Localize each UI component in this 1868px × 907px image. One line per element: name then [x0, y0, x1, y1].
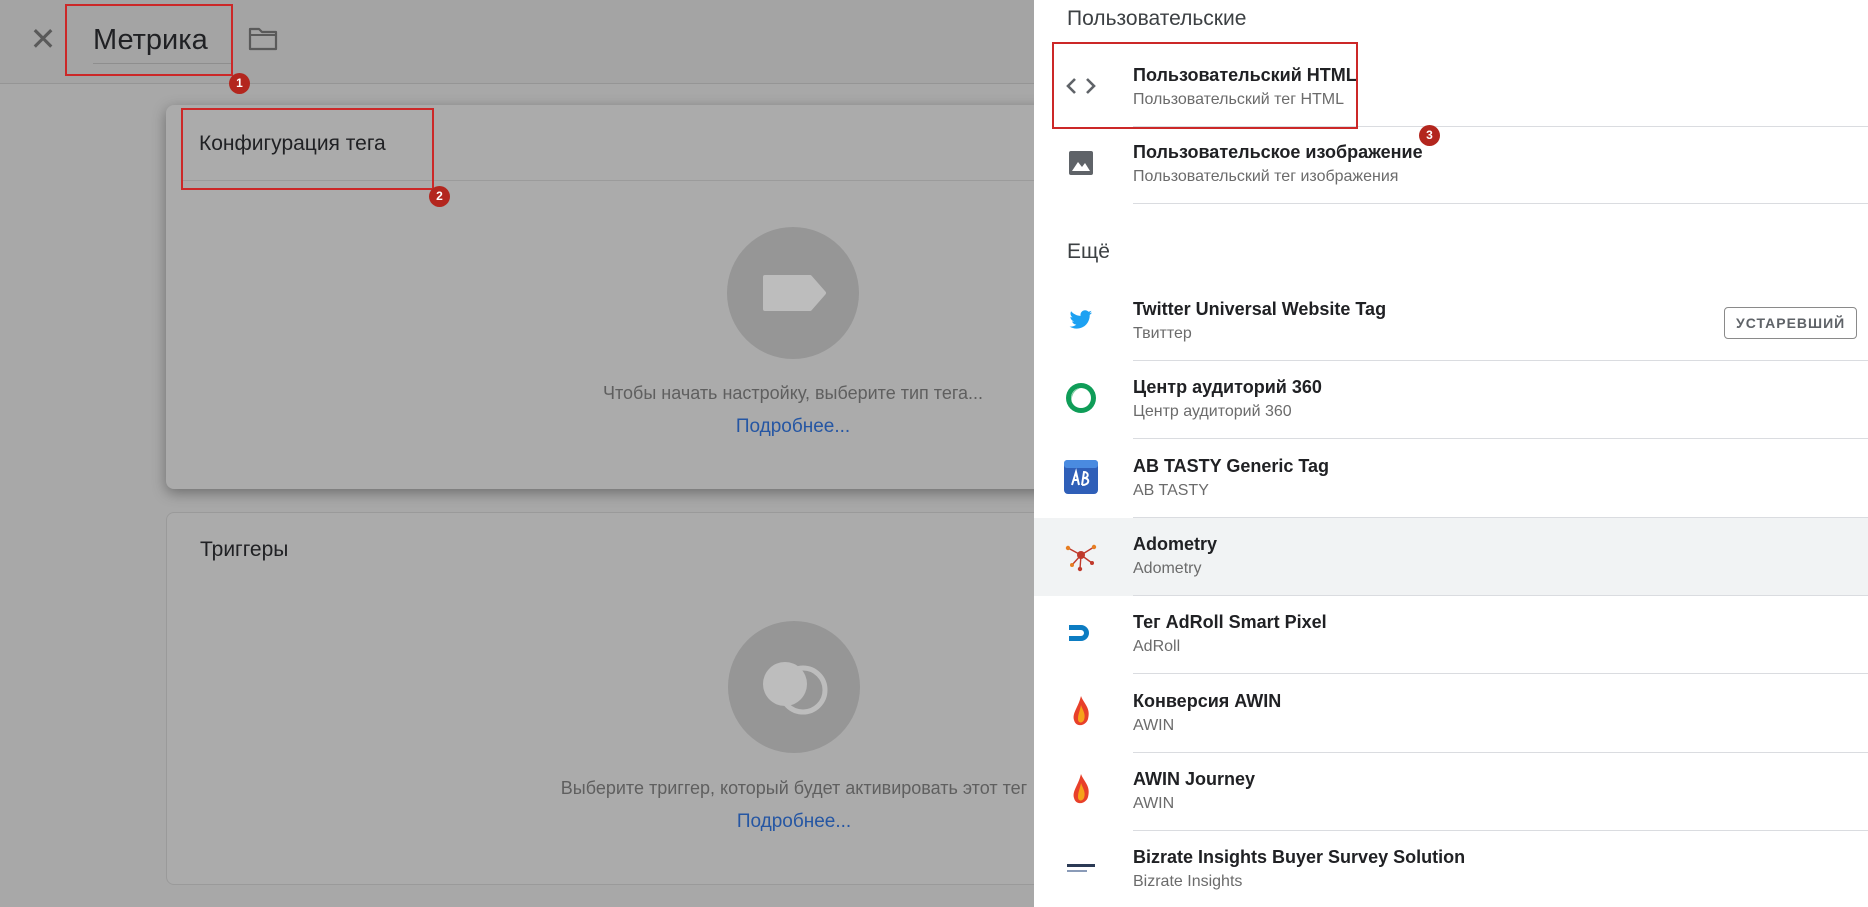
- annotation-badge-2: 2: [429, 186, 450, 207]
- adroll-icon: [1064, 616, 1098, 650]
- awin-icon: [1064, 773, 1098, 807]
- folder-icon[interactable]: [248, 26, 278, 52]
- tag-type-adometry[interactable]: Adometry Adometry: [1034, 518, 1868, 596]
- audience-center-icon: [1064, 381, 1098, 415]
- annotation-badge-3: 3: [1419, 125, 1440, 146]
- tag-type-title: Twitter Universal Website Tag: [1133, 299, 1387, 319]
- row-divider: [1133, 438, 1868, 439]
- tag-type-subtitle: AdRoll: [1133, 638, 1181, 655]
- tag-type-title: Bizrate Insights Buyer Survey Solution: [1133, 847, 1466, 867]
- tag-type-custom-image[interactable]: Пользовательское изображение Пользовател…: [1034, 126, 1868, 204]
- tag-type-subtitle: Adometry: [1133, 560, 1202, 577]
- triggers-title: Триггеры: [200, 538, 289, 561]
- tag-type-title: Конверсия AWIN: [1133, 691, 1282, 711]
- tag-type-panel: Пользовательские Пользовательский HTML П…: [1034, 0, 1868, 907]
- tag-type-twitter[interactable]: Twitter Universal Website Tag Твиттер УС…: [1034, 283, 1868, 361]
- awin-icon: [1064, 695, 1098, 729]
- tag-type-subtitle: AWIN: [1133, 717, 1175, 734]
- tag-type-subtitle: AWIN: [1133, 795, 1175, 812]
- tag-type-title: Пользовательское изображение: [1133, 142, 1423, 162]
- deprecated-badge: УСТАРЕВШИЙ: [1724, 307, 1858, 339]
- section-more-label: Ещё: [1067, 240, 1110, 263]
- tag-type-title: Центр аудиторий 360: [1133, 377, 1322, 397]
- tag-type-subtitle: Твиттер: [1133, 325, 1192, 342]
- tag-type-subtitle: AB TASTY: [1133, 482, 1209, 499]
- tag-type-awin-conversion[interactable]: Конверсия AWIN AWIN: [1034, 675, 1868, 753]
- image-icon: [1064, 146, 1098, 180]
- tag-type-subtitle: Центр аудиторий 360: [1133, 403, 1292, 420]
- tag-type-title: Тег AdRoll Smart Pixel: [1133, 612, 1327, 632]
- tag-type-audience-center-360[interactable]: Центр аудиторий 360 Центр аудиторий 360: [1034, 361, 1868, 439]
- tag-type-placeholder-icon[interactable]: [727, 227, 859, 359]
- tag-type-subtitle: Bizrate Insights: [1133, 873, 1243, 890]
- tag-type-bizrate[interactable]: Bizrate Insights Buyer Survey Solution B…: [1034, 831, 1868, 907]
- tag-type-ab-tasty[interactable]: AB TASTY Generic Tag AB TASTY: [1034, 440, 1868, 518]
- tag-type-adroll[interactable]: Тег AdRoll Smart Pixel AdRoll: [1034, 596, 1868, 674]
- annotation-box-1: [65, 4, 233, 76]
- tag-type-title: Adometry: [1133, 534, 1218, 554]
- tag-type-awin-journey[interactable]: AWIN Journey AWIN: [1034, 753, 1868, 831]
- triggers-card[interactable]: Триггеры Выберите триггер, который будет…: [166, 512, 1126, 885]
- section-custom-label: Пользовательские: [1067, 7, 1247, 30]
- tag-type-title: AWIN Journey: [1133, 769, 1256, 789]
- annotation-box-3: [1052, 42, 1358, 129]
- ab-tasty-icon: [1064, 460, 1098, 494]
- tag-type-subtitle: Пользовательский тег изображения: [1133, 168, 1399, 185]
- tag-type-title: AB TASTY Generic Tag: [1133, 456, 1330, 476]
- adometry-icon: [1064, 538, 1098, 572]
- bizrate-icon: [1064, 851, 1098, 885]
- annotation-box-2: [181, 108, 434, 190]
- row-divider: [1133, 673, 1868, 674]
- annotation-badge-1: 1: [229, 73, 250, 94]
- twitter-icon: [1064, 303, 1098, 337]
- row-divider: [1133, 203, 1868, 204]
- trigger-placeholder-icon[interactable]: [728, 621, 860, 753]
- close-icon[interactable]: ✕: [28, 23, 58, 55]
